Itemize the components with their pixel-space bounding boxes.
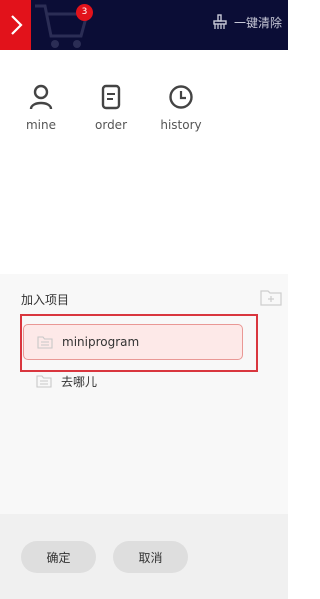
- add-folder-icon: [260, 290, 282, 306]
- confirm-button[interactable]: 确定: [21, 541, 96, 573]
- clear-all-label: 一键清除: [233, 15, 282, 30]
- project-panel: 加入项目 miniprogram 去哪儿: [0, 274, 288, 514]
- clear-all-button[interactable]: 一键清除: [212, 12, 282, 32]
- top-bar: 3 一键清除: [0, 0, 288, 50]
- add-folder-button[interactable]: [260, 288, 282, 310]
- project-item-qunar[interactable]: 去哪儿: [36, 370, 97, 392]
- document-icon: [101, 84, 121, 110]
- cancel-button[interactable]: 取消: [113, 541, 188, 573]
- panel-title: 加入项目: [21, 293, 70, 307]
- project-item-label: 去哪儿: [61, 374, 98, 389]
- nav-history[interactable]: history: [151, 84, 211, 132]
- nav-history-label: history: [160, 118, 202, 132]
- project-item-miniprogram[interactable]: miniprogram: [23, 324, 243, 360]
- nav-order-label: order: [95, 118, 127, 132]
- nav-mine-label: mine: [25, 118, 56, 132]
- action-bar: 确定 取消: [0, 514, 288, 599]
- project-item-label: miniprogram: [62, 335, 140, 349]
- spacer: [0, 200, 288, 274]
- chevron-right-icon: [10, 15, 23, 35]
- nav-order[interactable]: order: [81, 84, 141, 132]
- person-icon: [29, 84, 53, 110]
- quick-nav: mine order history: [0, 50, 288, 200]
- folder-icon: [36, 374, 52, 388]
- folder-icon: [37, 335, 53, 349]
- expand-button[interactable]: [0, 0, 31, 50]
- broom-icon: [213, 14, 227, 29]
- clock-icon: [169, 85, 193, 109]
- nav-mine[interactable]: mine: [11, 84, 71, 132]
- cart-count-badge: 3: [76, 4, 93, 21]
